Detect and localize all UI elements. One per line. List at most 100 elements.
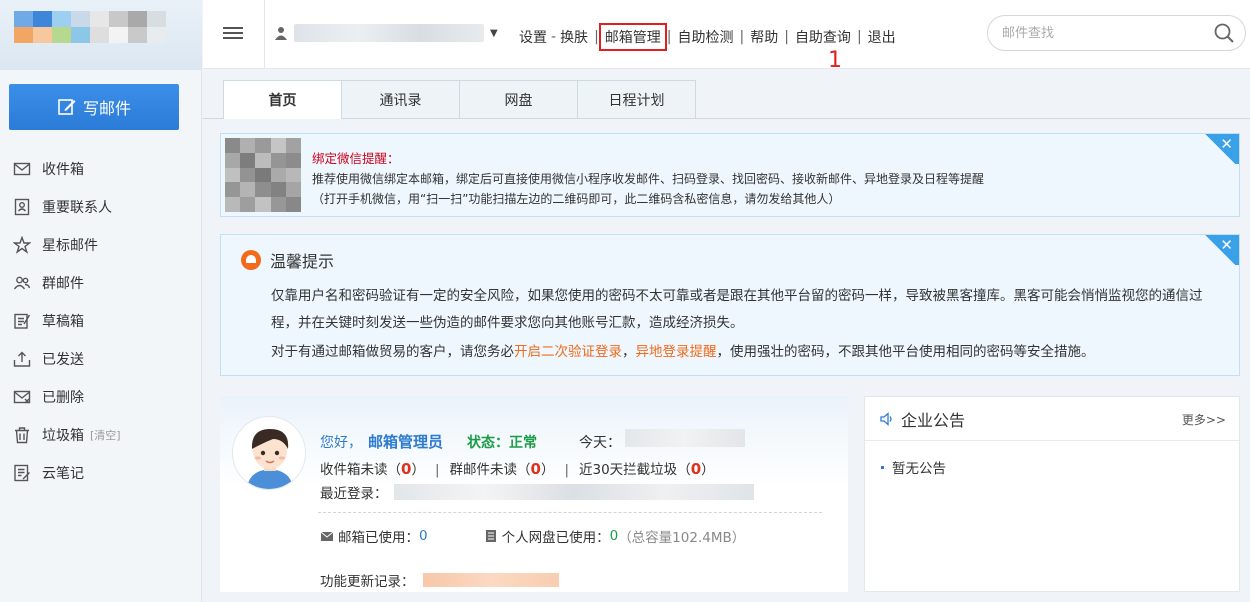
alarm-icon xyxy=(241,250,261,270)
close-icon: ✕ xyxy=(1220,236,1233,254)
skin-link[interactable]: 换肤 xyxy=(556,27,594,47)
avatar[interactable] xyxy=(232,416,306,490)
enable-2fa-link[interactable]: 开启二次验证登录 xyxy=(514,344,622,360)
logo xyxy=(0,0,202,70)
remote-login-alert-link[interactable]: 异地登录提醒 xyxy=(636,344,717,360)
greeting-text: 您好， xyxy=(320,435,362,451)
help-link[interactable]: 帮助 xyxy=(744,27,784,47)
menu-icon[interactable] xyxy=(223,24,243,42)
disk-used-value: 0 xyxy=(609,528,619,544)
folder-trash[interactable]: 垃圾箱 [清空] xyxy=(0,416,200,454)
folder-label: 群邮件 xyxy=(42,276,84,292)
inbox-icon xyxy=(13,160,31,178)
search-box[interactable] xyxy=(987,15,1246,51)
compose-button[interactable]: 写邮件 xyxy=(9,84,179,130)
sidebar: 写邮件 收件箱 重要联系人 星标邮件 群邮件 草稿箱 已发送 已删除 垃圾箱 [… xyxy=(0,0,202,602)
storage-usage: 邮箱已使用： 0 个人网盘已使用： 0 （总容量102.4MB） xyxy=(320,526,745,546)
netdisk-icon xyxy=(485,530,496,542)
compose-icon xyxy=(58,99,76,115)
group-icon xyxy=(13,274,31,292)
folder-cloud-notes[interactable]: 云笔记 xyxy=(0,454,200,492)
caret-down-icon: ▼ xyxy=(490,27,498,39)
security-tip: 温馨提示 仅靠用户名和密码验证有一定的安全风险，如果您使用的密码不太可靠或者是跟… xyxy=(220,234,1240,376)
account-switcher[interactable]: ▼ xyxy=(274,24,498,42)
divider xyxy=(264,0,265,68)
annotation-number: 1 xyxy=(828,48,842,73)
folder-deleted[interactable]: 已删除 xyxy=(0,378,200,416)
folder-list: 收件箱 重要联系人 星标邮件 群邮件 草稿箱 已发送 已删除 垃圾箱 [清空] … xyxy=(0,150,200,492)
empty-trash-link[interactable]: [清空] xyxy=(90,427,121,443)
inbox-unread-count[interactable]: 0 xyxy=(401,460,411,478)
tip-paragraph: 仅靠用户名和密码验证有一定的安全风险，如果您使用的密码不太可靠或者是跟在其他平台… xyxy=(271,288,1203,331)
today-date-redacted xyxy=(625,429,746,447)
close-notice-button[interactable]: ✕ xyxy=(1201,134,1239,164)
qr-code-redacted xyxy=(225,138,301,212)
self-query-link[interactable]: 自助查询 xyxy=(789,27,857,47)
more-announcements-link[interactable]: 更多>> xyxy=(1182,411,1226,428)
dashed-divider xyxy=(318,512,822,513)
folder-label: 已删除 xyxy=(42,390,84,406)
folder-group[interactable]: 群邮件 xyxy=(0,264,200,302)
group-unread-count[interactable]: 0 xyxy=(531,460,541,478)
folder-label: 已发送 xyxy=(42,352,84,368)
avatar-illustration xyxy=(247,429,293,489)
draft-icon xyxy=(13,312,31,330)
folder-label: 云笔记 xyxy=(42,466,84,482)
settings-link[interactable]: 设置 xyxy=(513,27,551,47)
tab-calendar[interactable]: 日程计划 xyxy=(577,80,696,118)
folder-starred[interactable]: 星标邮件 xyxy=(0,226,200,264)
account-name-redacted xyxy=(294,24,484,42)
top-bar: ▼ 设置 - 换肤 | 邮箱管理 | 自助检测 | 帮助 | 自助查询 | 退出… xyxy=(203,0,1250,73)
tab-contacts[interactable]: 通讯录 xyxy=(341,80,460,118)
mailbox-icon xyxy=(320,531,334,541)
disk-used-label: 个人网盘已使用： xyxy=(501,530,610,546)
last-login-row: 最近登录： xyxy=(320,482,754,502)
spam-30-count[interactable]: 0 xyxy=(691,460,701,478)
search-icon[interactable] xyxy=(1213,22,1235,44)
tip-text: 对于有通过邮箱做贸易的客户，请您务必 xyxy=(271,344,514,360)
logo-mosaic xyxy=(14,11,166,43)
changelog-label[interactable]: 功能更新记录： xyxy=(320,570,415,590)
spam-30-label[interactable]: 近30天拦截垃圾 xyxy=(579,462,677,478)
inbox-unread-label[interactable]: 收件箱未读 xyxy=(320,462,388,478)
folder-label: 垃圾箱 xyxy=(42,428,84,444)
sent-icon xyxy=(13,350,31,368)
logout-link[interactable]: 退出 xyxy=(862,27,902,47)
changelog-redacted xyxy=(422,573,559,587)
list-item: 暂无公告 xyxy=(881,457,1239,477)
announcement-list: 暂无公告 xyxy=(865,441,1239,477)
folder-label: 草稿箱 xyxy=(42,314,84,330)
announcement-title: 企业公告 xyxy=(901,410,966,430)
announcement-panel: 企业公告 更多>> 暂无公告 xyxy=(864,396,1240,592)
tip-title: 温馨提示 xyxy=(270,252,335,271)
last-login-redacted xyxy=(393,484,754,500)
close-icon: ✕ xyxy=(1220,135,1233,153)
speaker-icon xyxy=(880,411,892,426)
user-icon xyxy=(275,27,287,40)
compose-label: 写邮件 xyxy=(82,99,131,118)
user-name[interactable]: 邮箱管理员 xyxy=(368,431,443,452)
today-label: 今天： xyxy=(579,435,622,451)
unread-counts: 收件箱未读（0） | 群邮件未读（0） | 近30天拦截垃圾（0） xyxy=(320,460,715,478)
self-check-link[interactable]: 自助检测 xyxy=(672,27,740,47)
folder-sent[interactable]: 已发送 xyxy=(0,340,200,378)
search-input[interactable] xyxy=(988,25,1213,41)
mailbox-admin-link[interactable]: 邮箱管理 xyxy=(598,23,667,51)
trash-icon xyxy=(13,426,31,444)
account-status: 状态：正常 xyxy=(467,435,538,451)
mailbox-used-label: 邮箱已使用： xyxy=(338,530,419,546)
last-login-label: 最近登录： xyxy=(320,486,388,502)
changelog-row: 功能更新记录： xyxy=(320,570,559,590)
folder-inbox[interactable]: 收件箱 xyxy=(0,150,200,188)
tab-home[interactable]: 首页 xyxy=(223,80,342,119)
group-unread-label[interactable]: 群邮件未读 xyxy=(450,462,518,478)
tab-netdisk[interactable]: 网盘 xyxy=(459,80,578,118)
tip-comma: ， xyxy=(622,344,636,360)
folder-important-contacts[interactable]: 重要联系人 xyxy=(0,188,200,226)
tab-bar: 首页 通讯录 网盘 日程计划 xyxy=(223,80,696,119)
wechat-notice-text: 推荐使用微信绑定本邮箱，绑定后可直接使用微信小程序收发邮件、扫码登录、找回密码、… xyxy=(312,172,985,186)
note-icon xyxy=(13,464,31,482)
close-tip-button[interactable]: ✕ xyxy=(1201,235,1239,265)
folder-label: 收件箱 xyxy=(42,162,84,178)
folder-drafts[interactable]: 草稿箱 xyxy=(0,302,200,340)
